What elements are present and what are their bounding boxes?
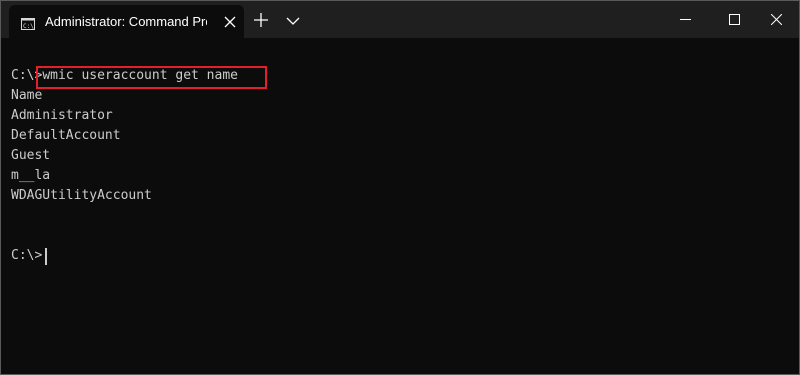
output-row: DefaultAccount [11, 128, 121, 143]
title-bar[interactable]: C:\ Administrator: Command Prompt [1, 1, 799, 38]
maximize-icon [729, 14, 740, 25]
output-row: Guest [11, 148, 51, 163]
new-tab-plus-icon[interactable] [253, 12, 269, 28]
final-prompt: C:\> [11, 248, 43, 263]
output-row: m__la [11, 168, 51, 183]
text-cursor [45, 248, 47, 265]
command-prompt-window: C:\ Administrator: Command Prompt [0, 0, 800, 375]
minimize-icon [680, 19, 691, 20]
output-row: WDAGUtilityAccount [11, 188, 152, 203]
minimize-button[interactable] [662, 1, 708, 38]
close-window-button[interactable] [753, 1, 799, 38]
chevron-down-icon[interactable] [285, 13, 301, 27]
command-highlight-box [36, 66, 267, 89]
tab-title: Administrator: Command Prompt [45, 14, 207, 29]
output-row: Administrator [11, 108, 113, 123]
close-icon [771, 14, 782, 25]
output-header: Name [11, 88, 43, 103]
svg-text:C:\: C:\ [23, 23, 34, 30]
close-tab-icon[interactable] [223, 14, 237, 28]
tab-command-prompt[interactable]: C:\ Administrator: Command Prompt [9, 5, 244, 38]
maximize-button[interactable] [711, 1, 757, 38]
cmd-terminal-icon: C:\ [21, 15, 35, 30]
